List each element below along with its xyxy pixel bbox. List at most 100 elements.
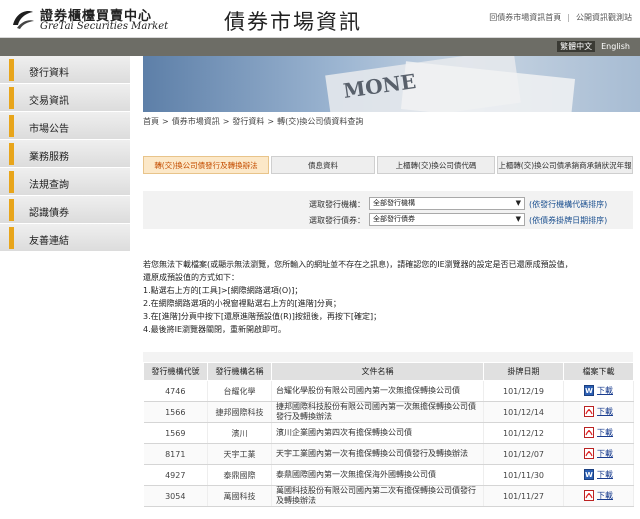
table-top-strip [143, 352, 633, 362]
svg-text:W: W [585, 387, 593, 395]
sidebar-marker [9, 143, 14, 165]
issuer-sort-note: (依發行機構代碼排序) [529, 200, 608, 209]
breadcrumb: 首頁 > 債券市場資訊 > 發行資料 > 轉(交)換公司債資料查詢 [143, 116, 363, 127]
banner-image: MONE [143, 56, 640, 112]
tab-conversion-rules[interactable]: 轉(交)換公司債發行及轉換辦法 [143, 156, 269, 174]
filter-row-issuer: 選取發行機構： 全部發行機構 ▼ (依發行機構代碼排序) [143, 197, 633, 211]
word-doc-icon: W [584, 468, 594, 480]
sidebar-item-about-bonds[interactable]: 認識債券 [0, 196, 130, 224]
download-link[interactable]: 下載 [584, 405, 613, 417]
issuer-select[interactable]: 全部發行機構 ▼ [369, 197, 525, 210]
pdf-icon [584, 489, 594, 501]
sidebar-item-label: 認識債券 [29, 208, 69, 219]
sidebar-item-label: 發行資料 [29, 68, 69, 79]
sidebar-marker [9, 87, 14, 109]
sidebar-item-services[interactable]: 業務服務 [0, 140, 130, 168]
sidebar-item-announcements[interactable]: 市場公告 [0, 112, 130, 140]
cell-issuer-name: 濱川 [207, 422, 272, 444]
cell-code: 3054 [143, 485, 208, 507]
table-header-row: 發行機構代號 發行機構名稱 文件名稱 掛牌日期 檔案下載 [143, 362, 634, 381]
cell-issuer-name: 泰鼎國際 [207, 464, 272, 486]
breadcrumb-separator: > [162, 117, 169, 126]
nav-bar [0, 38, 640, 56]
chevron-down-icon: ▼ [515, 215, 521, 223]
cell-download: W 下載 [563, 380, 634, 402]
breadcrumb-issuance[interactable]: 發行資料 [232, 117, 264, 126]
sidebar-item-links[interactable]: 友善連結 [0, 224, 130, 252]
bond-label: 選取發行債券： [309, 216, 365, 225]
sidebar-marker [9, 171, 14, 193]
lang-zh-button[interactable]: 繁體中文 [557, 41, 596, 52]
link-divider: | [567, 13, 570, 22]
pdf-icon [584, 405, 594, 417]
breadcrumb-bond-info[interactable]: 債券市場資訊 [172, 117, 220, 126]
cell-download: 下載 [563, 401, 634, 423]
page-title: 債券市場資訊 [224, 10, 362, 34]
cell-code: 4927 [143, 464, 208, 486]
col-header-download: 檔案下載 [563, 362, 634, 381]
home-link[interactable]: 回債券市場資訊首頁 [489, 13, 561, 22]
cell-code: 4746 [143, 380, 208, 402]
download-instructions: 若您無法下載檔案(或顯示無法瀏覽，您所輸入的網址並不存在之訊息)，請確認您的IE… [143, 258, 633, 336]
instruction-line: 還原成預設值的方式如下： [143, 273, 239, 282]
cell-download: 下載 [563, 485, 634, 507]
table-row: 3054 萬國科技 萬國科技股份有限公司國內第二次有擔保轉換公司債發行及轉換辦法 10… [143, 485, 634, 507]
documents-table: 發行機構代號 發行機構名稱 文件名稱 掛牌日期 檔案下載 4746 台耀化學 台耀化… [143, 362, 634, 507]
top-links: 回債券市場資訊首頁 | 公開資訊觀測站 [489, 12, 632, 23]
sidebar-item-regulations[interactable]: 法規查詢 [0, 168, 130, 196]
sidebar-item-issuance[interactable]: 發行資料 [0, 56, 130, 84]
sidebar-item-trading[interactable]: 交易資訊 [0, 84, 130, 112]
chevron-down-icon: ▼ [515, 199, 521, 207]
breadcrumb-separator: > [222, 117, 230, 126]
gretai-logo[interactable]: 證券櫃檯買賣中心 GreTai Securities Market [10, 5, 168, 35]
pdf-icon [584, 426, 594, 438]
filter-panel: 選取發行機構： 全部發行機構 ▼ (依發行機構代碼排序) 選取發行債券： 全部發… [143, 191, 633, 229]
download-link[interactable]: 下載 [584, 426, 613, 438]
bond-table: 發行機構代號 發行機構名稱 文件名稱 掛牌日期 檔案下載 4746 台耀化學 台耀化… [143, 352, 634, 507]
sidebar-marker [9, 199, 14, 221]
pdf-icon [584, 447, 594, 459]
instruction-line: 若您無法下載檔案(或顯示無法瀏覽，您所輸入的網址並不存在之訊息)，請確認您的IE… [143, 260, 573, 269]
cell-listing-date: 101/12/12 [483, 422, 564, 444]
cell-file-name: 濱川企業國內第四次有擔保轉換公司債 [271, 422, 484, 444]
word-doc-icon: W [584, 384, 594, 396]
tab-bar: 轉(交)換公司債發行及轉換辦法 債息資料 上櫃轉(交)換公司債代碼 上櫃轉(交)… [143, 156, 633, 174]
download-label: 下載 [597, 427, 613, 437]
download-link[interactable]: 下載 [584, 489, 613, 501]
breadcrumb-separator: > [267, 117, 275, 126]
tab-underwriter-report[interactable]: 上櫃轉(交)換公司債承銷商承銷狀況年報 [497, 156, 633, 174]
cell-listing-date: 101/11/27 [483, 485, 564, 507]
cell-issuer-name: 捷邦國際科技 [207, 401, 272, 423]
sidebar-item-label: 市場公告 [29, 124, 69, 135]
download-link[interactable]: W 下載 [584, 384, 613, 396]
cell-issuer-name: 萬國科技 [207, 485, 272, 507]
sidebar-marker [9, 115, 14, 137]
col-header-code: 發行機構代號 [143, 362, 208, 381]
tab-interest-data[interactable]: 債息資料 [271, 156, 375, 174]
tab-bond-codes[interactable]: 上櫃轉(交)換公司債代碼 [377, 156, 495, 174]
cell-file-name: 天宇工業國內第一次有擔保轉換公司債發行及轉換辦法 [271, 443, 484, 465]
gretai-logo-mark [13, 11, 34, 29]
breadcrumb-home[interactable]: 首頁 [143, 117, 159, 126]
instruction-line: 4.最後將IE瀏覽器關閉，重新開啟即可。 [143, 325, 287, 334]
sidebar-item-label: 業務服務 [29, 152, 69, 163]
bond-select[interactable]: 全部發行債券 ▼ [369, 213, 525, 226]
col-header-file: 文件名稱 [271, 362, 484, 381]
sidebar-item-label: 法規查詢 [29, 180, 69, 191]
issuer-select-value: 全部發行機構 [373, 199, 415, 207]
mops-link[interactable]: 公開資訊觀測站 [576, 13, 632, 22]
sidebar-marker [9, 59, 14, 81]
download-link[interactable]: 下載 [584, 447, 613, 459]
download-link[interactable]: W 下載 [584, 468, 613, 480]
table-row: 1566 捷邦國際科技 捷邦國際科技股份有限公司國內第一次無擔保轉換公司債發行及轉換… [143, 401, 634, 423]
cell-listing-date: 101/12/14 [483, 401, 564, 423]
sidebar-item-label: 交易資訊 [29, 96, 69, 107]
bond-select-value: 全部發行債券 [373, 215, 415, 223]
cell-issuer-name: 天宇工業 [207, 443, 272, 465]
lang-en-button[interactable]: English [601, 42, 630, 51]
download-label: 下載 [597, 406, 613, 416]
cell-file-name: 台耀化學股份有限公司國內第一次無擔保轉換公司債 [271, 380, 484, 402]
cell-listing-date: 101/12/07 [483, 443, 564, 465]
site-header: 證券櫃檯買賣中心 GreTai Securities Market 債券市場資訊… [0, 0, 640, 38]
cell-download: 下載 [563, 443, 634, 465]
